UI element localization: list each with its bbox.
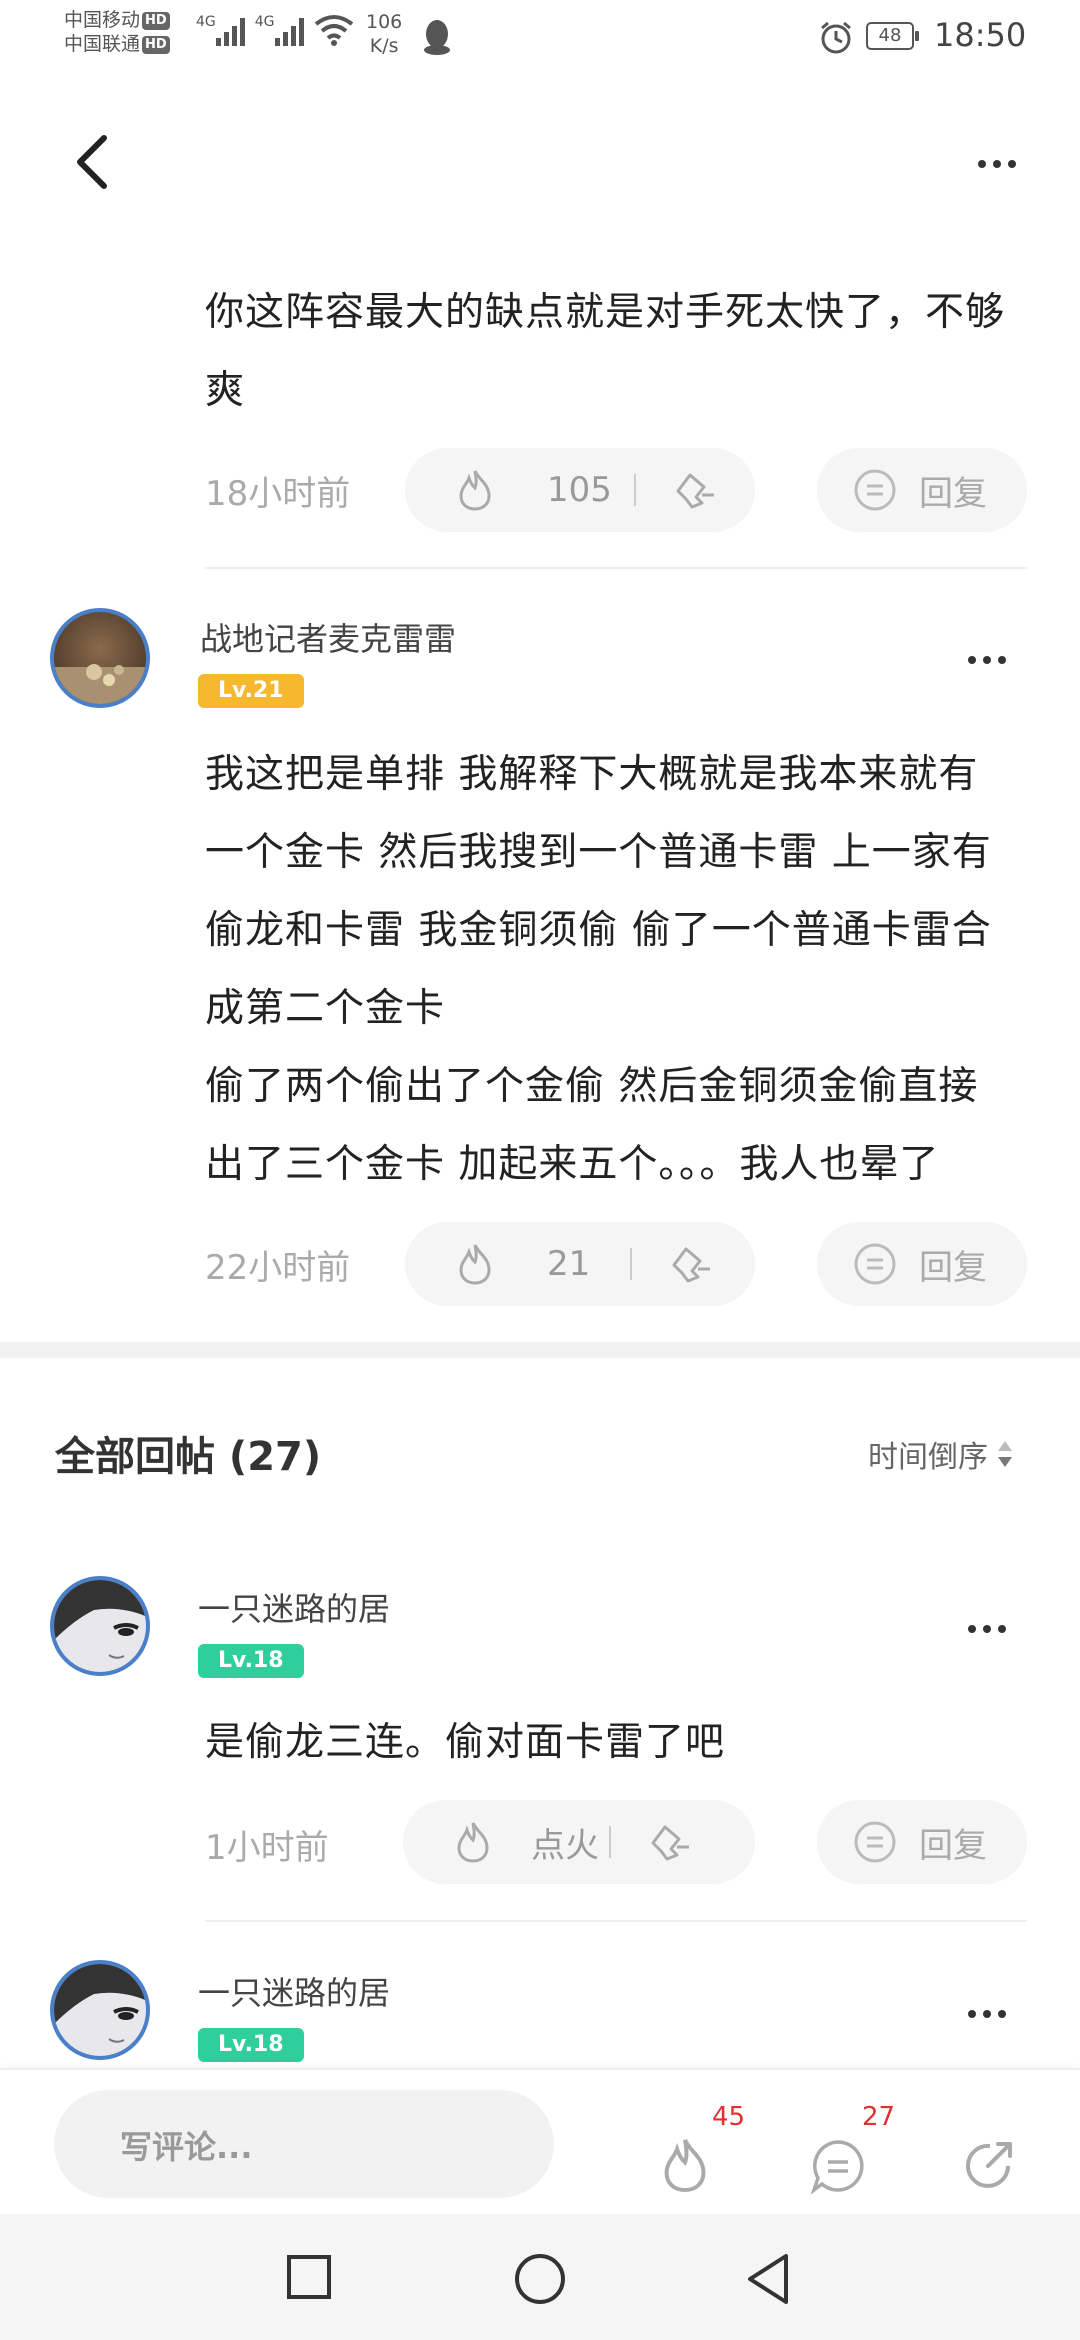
alarm-icon xyxy=(821,21,851,54)
thumb-down-icon[interactable] xyxy=(668,1243,714,1285)
comment-input[interactable]: 写评论... xyxy=(54,2090,554,2198)
more-icon[interactable] xyxy=(978,160,1016,168)
system-nav-bar xyxy=(0,2214,1080,2340)
carrier2: 中国联通 xyxy=(64,33,141,55)
comment-count-button[interactable]: 27 xyxy=(810,2096,895,2196)
fire-icon[interactable] xyxy=(457,468,493,512)
comment2-text: 我这把是单排 我解释下大概就是我本来就有 一个金卡 然后我搜到一个普通卡雷 上一… xyxy=(205,752,992,1187)
qq-icon xyxy=(424,20,450,55)
reply1-username[interactable]: 一只迷路的居 xyxy=(198,1584,390,1630)
avatar[interactable] xyxy=(50,1960,150,2060)
top-comment-reply-button[interactable]: 回复 xyxy=(817,448,1027,532)
comment2-time: 22小时前 xyxy=(205,1248,351,1288)
comment2-fire-pill[interactable]: 21 xyxy=(405,1222,755,1306)
fire-icon[interactable] xyxy=(455,1820,491,1864)
pill-divider xyxy=(630,1248,633,1280)
reply-label: 回复 xyxy=(919,473,987,514)
nav-square-icon[interactable] xyxy=(286,2254,332,2300)
reply1-fire-pill[interactable]: 点火 xyxy=(403,1800,755,1884)
reply-icon xyxy=(854,469,896,511)
top-comment-time: 18小时前 xyxy=(205,474,351,514)
avatar-image xyxy=(54,1580,146,1659)
reply-label: 回复 xyxy=(919,1247,987,1288)
avatar[interactable] xyxy=(50,1576,150,1676)
thumb-down-icon[interactable] xyxy=(672,469,718,511)
all-replies-title: 全部回帖 (27) xyxy=(55,1434,322,1480)
avatar-image xyxy=(54,1964,146,2043)
pill-divider xyxy=(633,474,636,506)
level-badge: Lv.21 xyxy=(198,674,304,708)
fire-count: 21 xyxy=(547,1244,591,1284)
more-icon[interactable] xyxy=(968,1625,1006,1633)
fire-icon[interactable] xyxy=(457,1242,493,1286)
signal-icons: 4G 4G xyxy=(196,14,354,46)
reply2-username[interactable]: 一只迷路的居 xyxy=(198,1968,390,2014)
divider xyxy=(205,567,1027,569)
reply-icon xyxy=(854,1821,896,1863)
nav-circle-icon[interactable] xyxy=(513,2252,567,2306)
reply-label: 回复 xyxy=(919,1825,987,1866)
bottom-comment-bar: 写评论... 45 27 xyxy=(0,2068,1080,2216)
signal2-icon xyxy=(274,16,304,46)
fire-badge: 45 xyxy=(712,2102,746,2132)
top-comment-text: 你这阵容最大的缺点就是对手死太快了，不够爽 xyxy=(205,290,1006,413)
reply1-time: 1小时前 xyxy=(205,1828,329,1868)
signal1-icon xyxy=(215,16,245,46)
reply-icon xyxy=(854,1243,896,1285)
comment2-reply-button[interactable]: 回复 xyxy=(817,1222,1027,1306)
reply1-text: 是偷龙三连。偷对面卡雷了吧 xyxy=(205,1720,726,1765)
fire-button[interactable]: 45 xyxy=(660,2096,745,2196)
back-icon[interactable] xyxy=(70,132,114,192)
carrier1: 中国移动 xyxy=(64,9,141,31)
share-icon[interactable] xyxy=(960,2136,1018,2194)
fire-icon xyxy=(664,2139,706,2193)
carrier-info: 中国移动 HD 中国联通 HD xyxy=(64,8,170,56)
wifi-icon xyxy=(314,15,353,46)
level-badge: Lv.18 xyxy=(198,2028,304,2062)
fire-label: 点火 xyxy=(531,1825,599,1866)
top-comment-fire-pill[interactable]: 105 xyxy=(405,448,755,532)
status-bar: 中国移动 HD 中国联通 HD 4G 4G 106 K/s 48 18:50 xyxy=(0,0,1080,78)
divider xyxy=(205,1920,1027,1922)
avatar[interactable] xyxy=(50,608,150,708)
comment-placeholder: 写评论... xyxy=(120,2128,253,2166)
more-icon[interactable] xyxy=(968,2010,1006,2018)
sort-icon xyxy=(998,1441,1012,1467)
nav-back-triangle-icon[interactable] xyxy=(744,2252,792,2306)
pill-divider xyxy=(609,1826,611,1858)
comment-icon xyxy=(810,2140,864,2194)
fire-count: 105 xyxy=(547,470,612,510)
more-icon[interactable] xyxy=(968,656,1006,664)
sort-toggle[interactable]: 时间倒序 xyxy=(868,1432,1014,1476)
sort-label: 时间倒序 xyxy=(868,1440,988,1475)
clock: 18:50 xyxy=(934,16,1027,54)
section-separator xyxy=(0,1342,1080,1358)
avatar-image xyxy=(54,664,146,704)
comment2-username[interactable]: 战地记者麦克雷雷 xyxy=(200,614,456,660)
net-speed: 106 K/s xyxy=(366,11,403,57)
battery-icon: 48 xyxy=(866,22,919,50)
thumb-down-icon[interactable] xyxy=(647,1821,693,1863)
level-badge: Lv.18 xyxy=(198,1644,304,1678)
reply1-reply-button[interactable]: 回复 xyxy=(817,1800,1027,1884)
comment-badge: 27 xyxy=(862,2102,896,2132)
